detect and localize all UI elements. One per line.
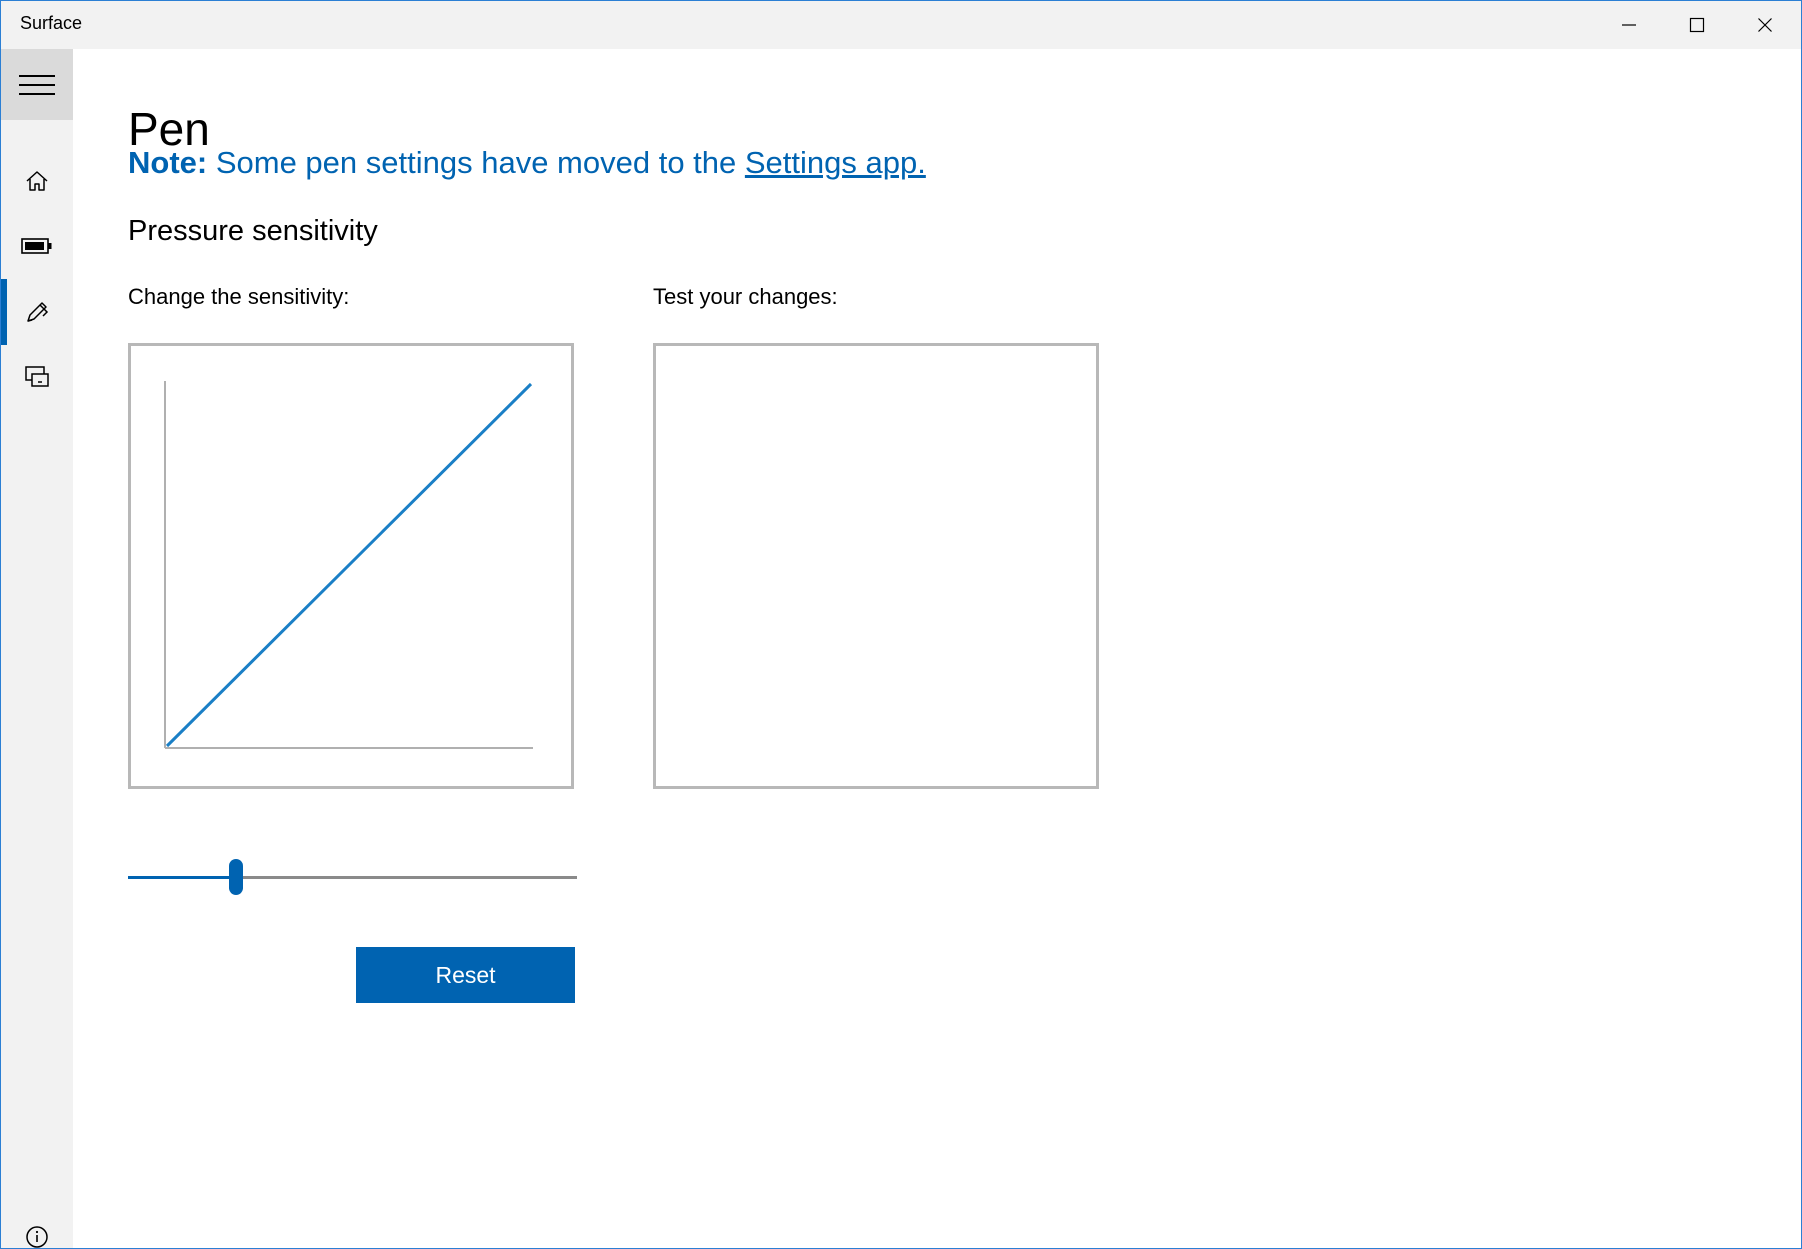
slider-thumb[interactable] <box>228 859 243 895</box>
slider-fill <box>128 876 236 879</box>
sidebar-item-battery[interactable] <box>1 213 73 279</box>
home-icon <box>26 171 48 191</box>
close-icon <box>1758 18 1772 32</box>
sidebar-item-device[interactable] <box>1 344 73 410</box>
info-icon <box>26 1226 48 1248</box>
settings-app-link[interactable]: Settings app. <box>745 145 926 180</box>
main-content: Pen Note: Some pen settings have moved t… <box>73 49 1801 1248</box>
minimize-icon <box>1622 24 1636 26</box>
settings-note: Note: Some pen settings have moved to th… <box>128 145 926 181</box>
window-title: Surface <box>20 13 83 33</box>
sensitivity-slider[interactable] <box>128 857 577 897</box>
nav-sidebar <box>1 49 73 1248</box>
note-text: Some pen settings have moved to the <box>207 145 745 180</box>
pen-test-canvas[interactable] <box>653 343 1099 789</box>
close-button[interactable] <box>1731 1 1799 49</box>
hamburger-menu-button[interactable] <box>1 49 73 120</box>
minimize-button[interactable] <box>1595 1 1663 49</box>
pen-icon <box>27 302 49 322</box>
title-bar[interactable]: Surface <box>1 1 1801 49</box>
pressure-curve-line <box>165 382 533 748</box>
reset-button[interactable]: Reset <box>356 947 575 1003</box>
test-changes-label: Test your changes: <box>653 284 838 309</box>
device-icon <box>25 366 49 387</box>
sidebar-item-pen[interactable] <box>1 279 73 345</box>
change-sensitivity-label: Change the sensitivity: <box>128 284 350 309</box>
maximize-button[interactable] <box>1663 1 1731 49</box>
maximize-icon <box>1689 17 1705 33</box>
sidebar-item-info[interactable] <box>1 1204 73 1248</box>
pressure-sensitivity-heading: Pressure sensitivity <box>128 215 378 247</box>
app-window: Surface Pen Note: Some pen settings have… <box>0 0 1802 1249</box>
note-label: Note: <box>128 145 208 180</box>
sidebar-item-home[interactable] <box>1 148 73 214</box>
battery-icon <box>21 238 52 254</box>
sensitivity-curve-chart <box>128 343 574 789</box>
hamburger-icon <box>19 74 55 95</box>
sensitivity-curve-svg <box>164 381 533 749</box>
